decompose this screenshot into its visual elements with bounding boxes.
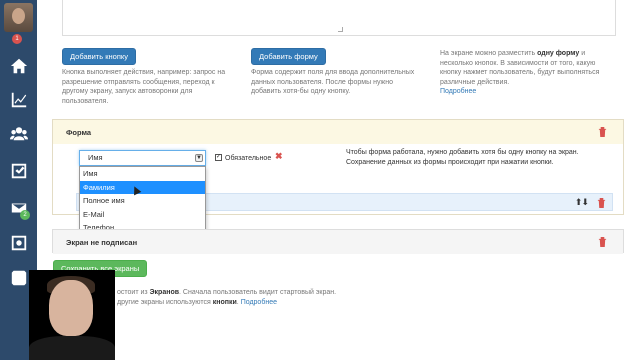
form-hint: Чтобы форма работала, нужно добавить хот… bbox=[346, 148, 616, 167]
trash-icon[interactable] bbox=[598, 237, 607, 247]
chevron-down-icon[interactable]: ▼ bbox=[195, 154, 203, 162]
form-panel-title: Форма bbox=[66, 127, 92, 137]
screen-panel-header[interactable]: Экран не подписан bbox=[53, 230, 623, 254]
field-type-value: Имя bbox=[88, 153, 103, 162]
footer-bold: кнопки bbox=[212, 298, 237, 306]
required-checkbox[interactable]: ✓ bbox=[215, 154, 222, 161]
trash-icon[interactable] bbox=[597, 198, 606, 208]
layout-info-text: На экране можно разместить bbox=[440, 50, 536, 57]
layout-info: На экране можно разместить одну форму и … bbox=[440, 49, 605, 97]
footer-text: остоит из bbox=[117, 289, 148, 296]
screen-panel: Экран не подписан bbox=[52, 229, 624, 254]
checklist-icon bbox=[11, 163, 26, 179]
add-form-button[interactable]: Добавить форму bbox=[251, 48, 326, 65]
safe-icon bbox=[11, 235, 26, 251]
add-button-description: Кнопка выполняет действия, например: зап… bbox=[62, 69, 226, 105]
sidebar-item-tasks[interactable] bbox=[0, 157, 37, 185]
form-panel-header: Форма bbox=[53, 120, 623, 144]
footer-text: . bbox=[236, 298, 239, 306]
webcam-shirt bbox=[29, 336, 115, 360]
reorder-arrows-icon[interactable]: ⬆⬇ bbox=[575, 197, 589, 208]
screen-panel-title: Экран не подписан bbox=[66, 237, 138, 247]
dropdown-option[interactable]: Имя bbox=[80, 167, 205, 181]
webcam-face bbox=[49, 280, 93, 336]
footer-text: другие экраны используются bbox=[117, 298, 211, 306]
field-type-select[interactable]: Имя ▼ bbox=[79, 150, 206, 166]
dropdown-option[interactable]: E-Mail bbox=[80, 208, 205, 222]
screen-preview-box bbox=[62, 0, 616, 36]
logo-icon bbox=[11, 270, 26, 286]
sidebar-item-storage[interactable] bbox=[0, 229, 37, 257]
dropdown-option[interactable]: Полное имя bbox=[80, 194, 205, 208]
trash-icon[interactable] bbox=[598, 127, 607, 137]
form-hint-line-1: Чтобы форма работала, нужно добавить хот… bbox=[346, 149, 579, 156]
webcam-overlay bbox=[29, 270, 115, 360]
close-icon[interactable]: ✖ bbox=[275, 151, 283, 162]
home-icon bbox=[10, 58, 27, 74]
layout-info-link[interactable]: Подробнее bbox=[440, 88, 476, 95]
form-hint-line-2: Сохранение данных из формы происходит пр… bbox=[346, 158, 554, 166]
resize-handle[interactable] bbox=[338, 27, 343, 32]
required-label: Обязательное bbox=[225, 155, 272, 162]
field-type-dropdown: Имя Фамилия Полное имя E-Mail Телефон bbox=[79, 166, 206, 236]
sidebar-item-stats[interactable] bbox=[0, 86, 37, 114]
dropdown-option-selected[interactable]: Фамилия bbox=[80, 180, 205, 194]
footer-info: остоит из Экранов. Сначала пользователь … bbox=[117, 288, 417, 307]
add-button-button[interactable]: Добавить кнопку bbox=[62, 48, 137, 65]
users-icon bbox=[9, 127, 28, 141]
messages-badge: 2 bbox=[20, 210, 30, 220]
avatar[interactable] bbox=[4, 3, 33, 32]
sidebar-item-messages[interactable]: 2 bbox=[0, 194, 37, 222]
footer-link[interactable]: Подробнее bbox=[241, 299, 277, 306]
sidebar-item-users[interactable] bbox=[0, 120, 37, 148]
footer-bold: Экранов bbox=[149, 289, 180, 296]
notification-badge: 1 bbox=[12, 34, 22, 44]
add-form-description: Форма содержит поля для ввода дополнител… bbox=[251, 69, 415, 95]
sidebar-item-home[interactable] bbox=[0, 52, 37, 80]
layout-info-bold: одну форму bbox=[537, 50, 580, 57]
footer-text: . Сначала пользователь видит стартовый э… bbox=[179, 289, 337, 296]
chart-icon bbox=[11, 92, 26, 108]
